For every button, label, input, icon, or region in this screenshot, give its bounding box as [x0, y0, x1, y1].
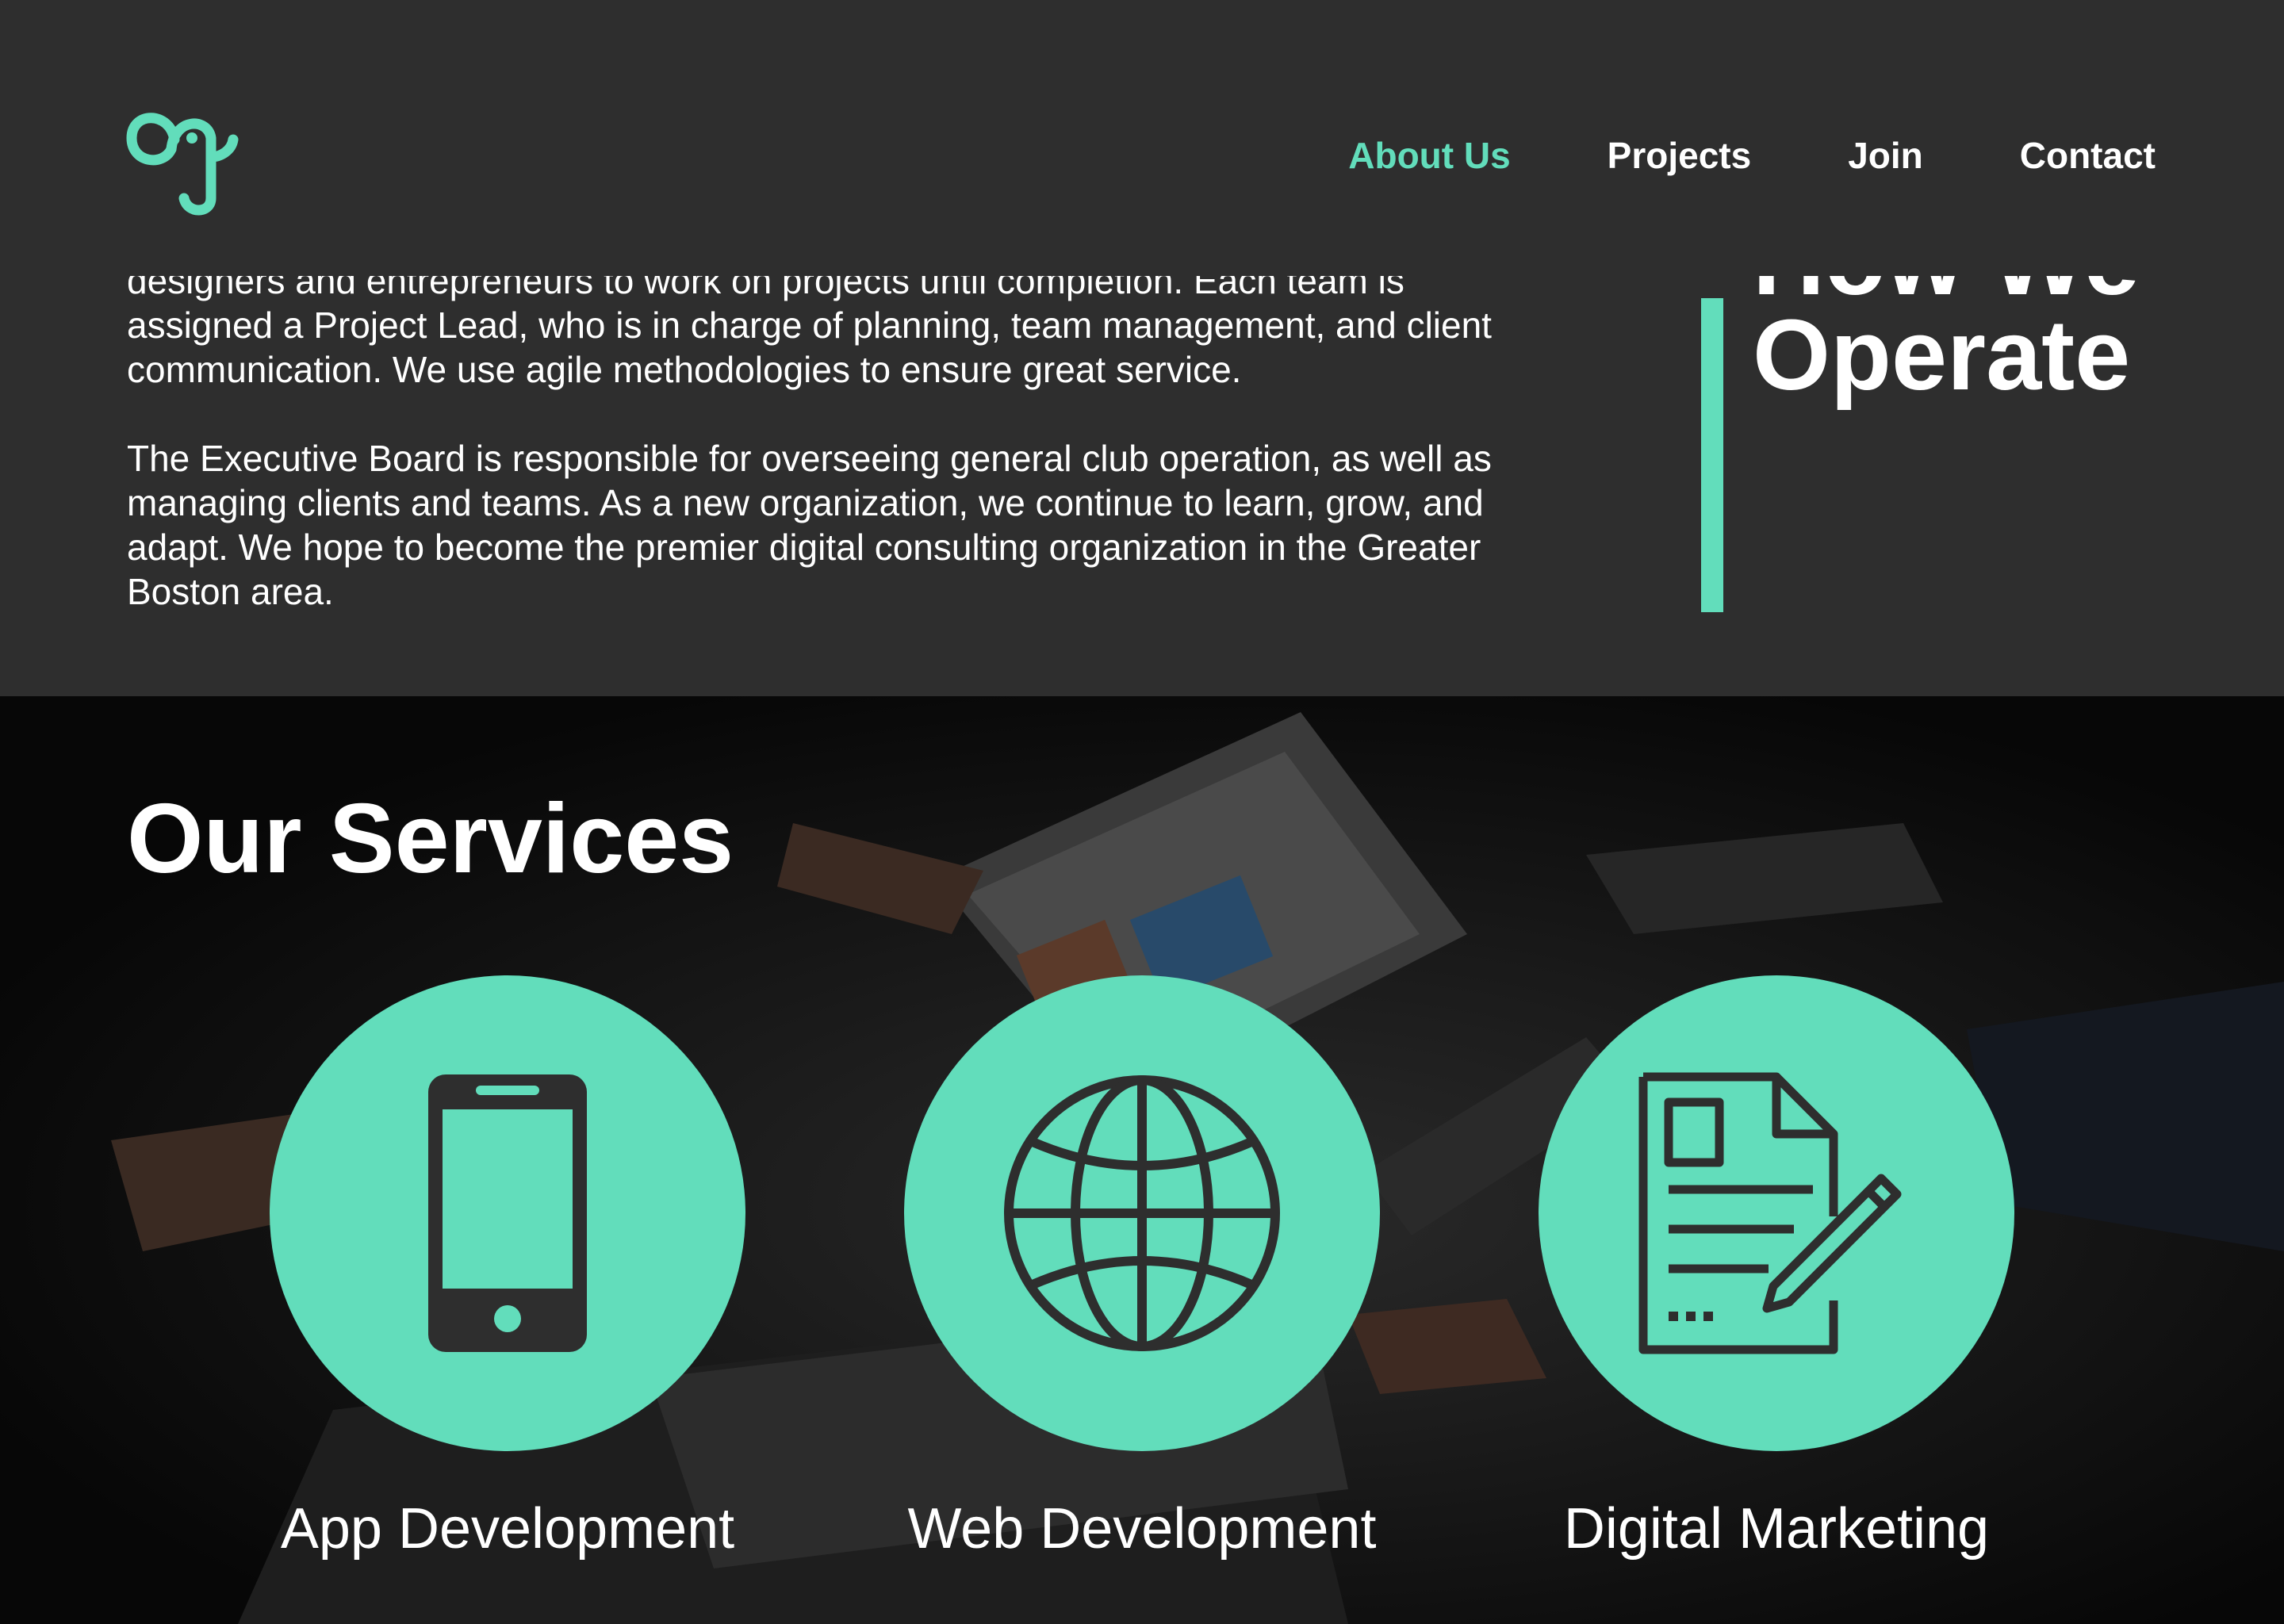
operate-paragraph-2: The Executive Board is responsible for o…: [127, 438, 1492, 612]
service-label: Web Development: [907, 1497, 1377, 1561]
smartphone-icon: [428, 1074, 587, 1352]
operate-body-text: designers and entrepreneurs to work on p…: [127, 259, 1586, 658]
nav-contact[interactable]: Contact: [2020, 133, 2156, 178]
elephant-logo-icon[interactable]: [125, 94, 241, 219]
services-section: Our Services App Development Web Develop…: [0, 696, 2284, 1624]
service-web-development[interactable]: Web Development: [888, 975, 1396, 1562]
service-label: Digital Marketing: [1563, 1497, 1990, 1561]
service-digital-marketing[interactable]: Digital Marketing: [1523, 975, 2030, 1562]
nav-about-us[interactable]: About Us: [1348, 133, 1510, 178]
operate-heading-line-2: Operate: [1753, 299, 2131, 411]
service-app-development[interactable]: App Development: [254, 975, 761, 1562]
operate-accent-bar: [1701, 298, 1723, 612]
site-header: About Us Projects Join Contact: [0, 0, 2284, 276]
operate-paragraph-1: designers and entrepreneurs to work on p…: [127, 259, 1586, 392]
service-circle: [904, 975, 1380, 1451]
nav-join[interactable]: Join: [1848, 133, 1923, 178]
service-label: App Development: [280, 1497, 735, 1561]
operate-paragraph-1-line-2: assigned a Project Lead, who is in charg…: [127, 304, 1492, 346]
main-nav: About Us Projects Join Contact: [1348, 133, 2156, 178]
nav-projects[interactable]: Projects: [1608, 133, 1752, 178]
globe-icon: [1004, 1075, 1280, 1351]
service-circle: [1539, 975, 2014, 1451]
page: designers and entrepreneurs to work on p…: [0, 0, 2284, 1624]
operate-paragraph-1-line-3: communication. We use agile methodologie…: [127, 349, 1242, 390]
service-circle: [270, 975, 745, 1451]
services-title: Our Services: [127, 784, 734, 894]
document-pencil-icon: [1638, 1072, 1902, 1354]
